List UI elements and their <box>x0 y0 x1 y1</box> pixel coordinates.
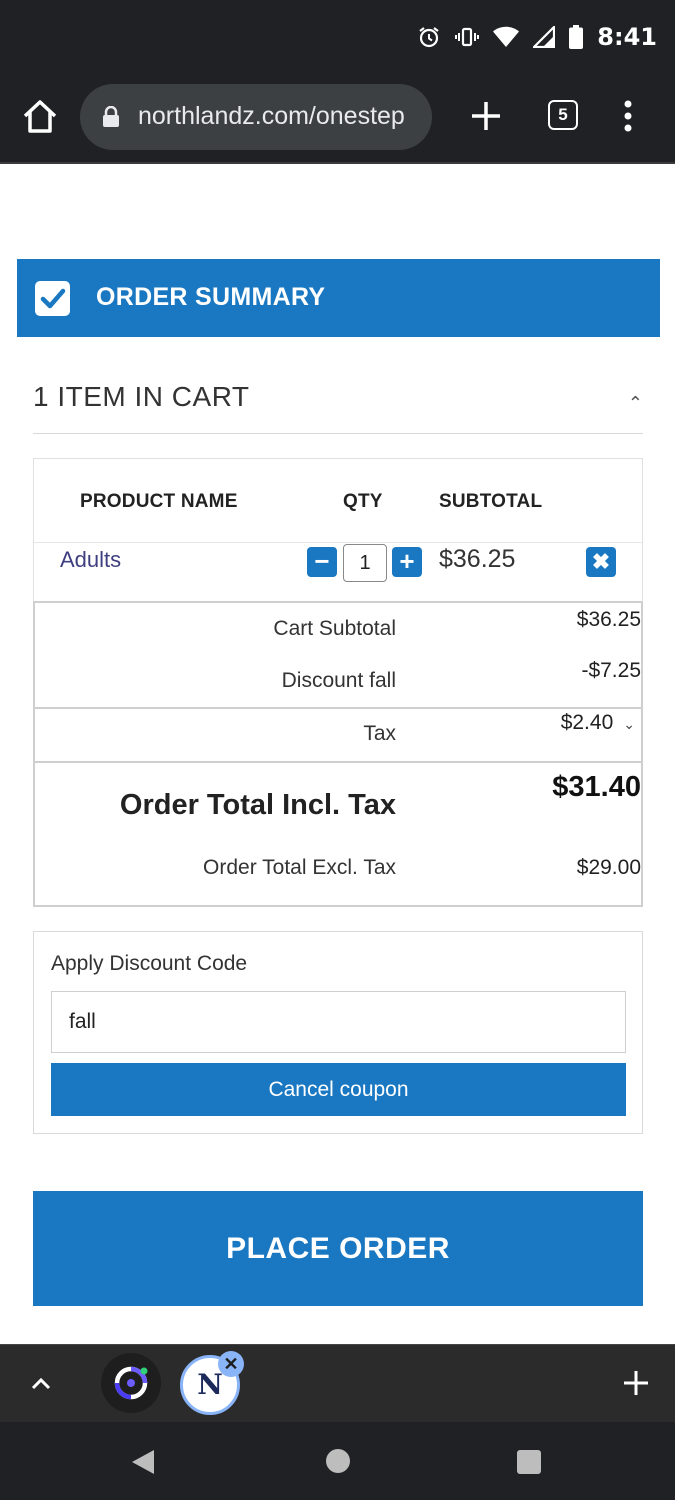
product-name[interactable]: Adults <box>60 547 121 573</box>
tax-label: Tax <box>363 722 396 745</box>
totals-divider <box>35 707 641 709</box>
discount-code-input[interactable]: fall <box>51 991 626 1053</box>
system-nav-bar <box>0 1422 675 1500</box>
add-icon[interactable] <box>620 1367 652 1399</box>
overflow-menu-icon[interactable] <box>616 96 640 136</box>
vibrate-icon <box>455 27 480 47</box>
cancel-coupon-button[interactable]: Cancel coupon <box>51 1063 626 1116</box>
home-button-icon[interactable] <box>326 1449 350 1473</box>
column-header-qty: QTY <box>343 491 383 512</box>
item-subtotal: $36.25 <box>439 545 516 573</box>
page-content: ORDER SUMMARY 1 ITEM IN CART ⌃ PRODUCT N… <box>0 164 675 1344</box>
recents-icon[interactable] <box>517 1450 541 1474</box>
url-text: northlandz.com/onestep <box>138 102 405 130</box>
app-bubble-icon[interactable] <box>101 1353 161 1413</box>
home-icon[interactable] <box>18 94 62 138</box>
cart-items-table: PRODUCT NAME QTY SUBTOTAL Adults − 1 + $… <box>33 458 643 602</box>
close-icon[interactable]: ✕ <box>218 1351 244 1377</box>
order-summary-header[interactable]: ORDER SUMMARY <box>17 259 660 337</box>
url-bar[interactable]: northlandz.com/onestep <box>80 84 432 150</box>
chevron-up-icon[interactable] <box>26 1369 56 1399</box>
cart-count: 1 ITEM IN CART <box>33 381 250 412</box>
cart-subtotal-label: Cart Subtotal <box>273 617 396 640</box>
wifi-icon <box>493 26 520 47</box>
qty-decrease-button[interactable]: − <box>307 547 337 577</box>
battery-icon <box>569 25 584 49</box>
order-total-incl-label: Order Total Incl. Tax <box>119 789 396 821</box>
chevron-down-icon: ⌄ <box>623 716 635 732</box>
status-icons: 8:41 <box>417 22 657 52</box>
place-order-button[interactable]: PLACE ORDER <box>33 1191 643 1306</box>
tax-value: $2.40 <box>560 711 614 734</box>
checkbox-checked-icon <box>35 281 70 316</box>
order-total-excl-value: $29.00 <box>576 856 641 879</box>
totals-divider <box>35 761 641 763</box>
bubble-bar: N ✕ <box>0 1344 675 1422</box>
browser-toolbar: northlandz.com/onestep 5 <box>0 72 675 164</box>
cart-subtotal-value: $36.25 <box>576 608 641 631</box>
status-time: 8:41 <box>597 23 657 51</box>
column-header-product: PRODUCT NAME <box>80 491 238 512</box>
order-summary-title: ORDER SUMMARY <box>96 283 326 311</box>
discount-value: -$7.25 <box>581 659 641 682</box>
cart-toggle[interactable]: 1 ITEM IN CART ⌃ <box>33 369 643 434</box>
remove-item-button[interactable]: ✖ <box>586 547 616 577</box>
discount-code-label: Apply Discount Code <box>51 952 248 975</box>
alarm-icon <box>419 27 439 48</box>
tab-count: 5 <box>558 105 568 124</box>
qty-input[interactable]: 1 <box>343 544 387 582</box>
lock-icon <box>103 106 119 127</box>
signal-icon <box>533 26 556 48</box>
back-icon[interactable] <box>130 1448 156 1476</box>
discount-panel: Apply Discount Code fall Cancel coupon <box>33 931 643 1134</box>
header-divider <box>34 542 642 543</box>
column-header-subtotal: SUBTOTAL <box>439 491 543 512</box>
order-total-incl-value: $31.40 <box>552 771 641 803</box>
chevron-up-icon: ⌃ <box>627 393 643 413</box>
new-tab-plus-icon[interactable] <box>466 96 506 136</box>
qty-increase-button[interactable]: + <box>392 547 422 577</box>
discount-label: Discount fall <box>281 669 396 692</box>
status-bar: 8:41 <box>0 0 675 72</box>
order-total-excl-label: Order Total Excl. Tax <box>203 856 396 879</box>
tax-toggle[interactable]: $2.40 ⌄ <box>561 711 635 735</box>
order-totals: Cart Subtotal $36.25 Discount fall -$7.2… <box>33 601 643 907</box>
tab-switcher-icon[interactable]: 5 <box>548 100 578 130</box>
